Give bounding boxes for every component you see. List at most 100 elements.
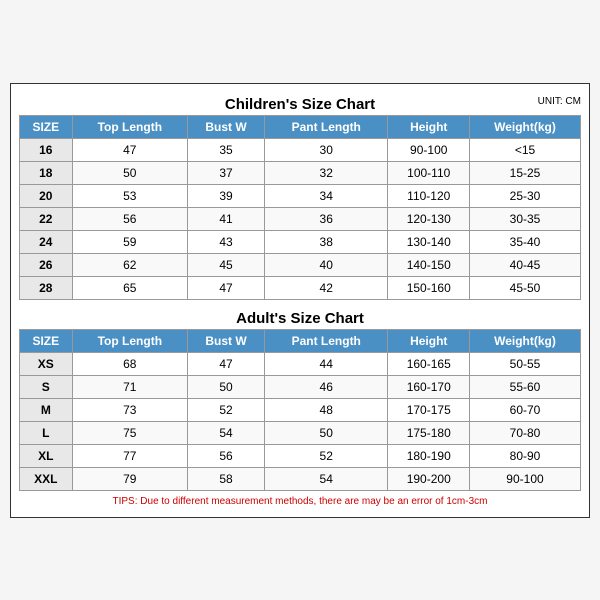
size-cell: 26 — [20, 253, 73, 276]
data-cell: 30 — [264, 138, 388, 161]
data-cell: 53 — [72, 184, 187, 207]
size-cell: 16 — [20, 138, 73, 161]
data-cell: 80-90 — [469, 444, 580, 467]
children-col-height: Height — [388, 115, 470, 138]
table-row: XS684744160-16550-55 — [20, 352, 581, 375]
data-cell: 170-175 — [388, 398, 470, 421]
data-cell: 50-55 — [469, 352, 580, 375]
size-chart-container: Children's Size Chart UNIT: CM SIZE Top … — [10, 83, 590, 518]
table-row: S715046160-17055-60 — [20, 375, 581, 398]
data-cell: 68 — [72, 352, 187, 375]
data-cell: 160-165 — [388, 352, 470, 375]
size-cell: L — [20, 421, 73, 444]
data-cell: 43 — [188, 230, 265, 253]
table-row: 22564136120-13030-35 — [20, 207, 581, 230]
data-cell: 50 — [188, 375, 265, 398]
data-cell: 45 — [188, 253, 265, 276]
children-col-bust: Bust W — [188, 115, 265, 138]
data-cell: 77 — [72, 444, 187, 467]
data-cell: 73 — [72, 398, 187, 421]
data-cell: 55-60 — [469, 375, 580, 398]
size-cell: 18 — [20, 161, 73, 184]
data-cell: 37 — [188, 161, 265, 184]
data-cell: 70-80 — [469, 421, 580, 444]
data-cell: 50 — [264, 421, 388, 444]
children-col-top-length: Top Length — [72, 115, 187, 138]
adult-col-weight: Weight(kg) — [469, 329, 580, 352]
data-cell: 62 — [72, 253, 187, 276]
data-cell: 47 — [188, 352, 265, 375]
data-cell: 56 — [72, 207, 187, 230]
data-cell: 25-30 — [469, 184, 580, 207]
children-section-title: Children's Size Chart UNIT: CM — [19, 92, 581, 115]
data-cell: 90-100 — [388, 138, 470, 161]
data-cell: 150-160 — [388, 276, 470, 299]
children-col-pant: Pant Length — [264, 115, 388, 138]
table-row: 1647353090-100<15 — [20, 138, 581, 161]
table-row: 24594338130-14035-40 — [20, 230, 581, 253]
data-cell: 46 — [264, 375, 388, 398]
size-cell: S — [20, 375, 73, 398]
size-cell: M — [20, 398, 73, 421]
size-cell: 28 — [20, 276, 73, 299]
data-cell: 40 — [264, 253, 388, 276]
data-cell: 15-25 — [469, 161, 580, 184]
data-cell: 60-70 — [469, 398, 580, 421]
data-cell: 75 — [72, 421, 187, 444]
data-cell: 30-35 — [469, 207, 580, 230]
table-row: 18503732100-11015-25 — [20, 161, 581, 184]
data-cell: 52 — [188, 398, 265, 421]
data-cell: 130-140 — [388, 230, 470, 253]
data-cell: 34 — [264, 184, 388, 207]
data-cell: 140-150 — [388, 253, 470, 276]
data-cell: 38 — [264, 230, 388, 253]
children-header-row: SIZE Top Length Bust W Pant Length Heigh… — [20, 115, 581, 138]
data-cell: 65 — [72, 276, 187, 299]
adult-col-height: Height — [388, 329, 470, 352]
data-cell: 190-200 — [388, 467, 470, 490]
size-cell: XS — [20, 352, 73, 375]
table-row: 20533934110-12025-30 — [20, 184, 581, 207]
adult-table: SIZE Top Length Bust W Pant Length Heigh… — [19, 329, 581, 491]
adult-header-row: SIZE Top Length Bust W Pant Length Heigh… — [20, 329, 581, 352]
table-row: M735248170-17560-70 — [20, 398, 581, 421]
size-cell: XL — [20, 444, 73, 467]
data-cell: 42 — [264, 276, 388, 299]
table-row: 26624540140-15040-45 — [20, 253, 581, 276]
adult-title-text: Adult's Size Chart — [236, 310, 364, 327]
children-title-text: Children's Size Chart — [225, 96, 375, 113]
data-cell: 54 — [264, 467, 388, 490]
data-cell: 47 — [188, 276, 265, 299]
data-cell: 100-110 — [388, 161, 470, 184]
children-table: SIZE Top Length Bust W Pant Length Heigh… — [19, 115, 581, 300]
data-cell: 52 — [264, 444, 388, 467]
table-row: XL775652180-19080-90 — [20, 444, 581, 467]
data-cell: 36 — [264, 207, 388, 230]
size-cell: XXL — [20, 467, 73, 490]
size-cell: 24 — [20, 230, 73, 253]
data-cell: 56 — [188, 444, 265, 467]
data-cell: 90-100 — [469, 467, 580, 490]
data-cell: 48 — [264, 398, 388, 421]
data-cell: 41 — [188, 207, 265, 230]
data-cell: 45-50 — [469, 276, 580, 299]
data-cell: 35-40 — [469, 230, 580, 253]
data-cell: 32 — [264, 161, 388, 184]
data-cell: 160-170 — [388, 375, 470, 398]
adult-col-size: SIZE — [20, 329, 73, 352]
data-cell: 40-45 — [469, 253, 580, 276]
adult-col-pant: Pant Length — [264, 329, 388, 352]
data-cell: 44 — [264, 352, 388, 375]
tips-text: TIPS: Due to different measurement metho… — [19, 491, 581, 509]
table-row: L755450175-18070-80 — [20, 421, 581, 444]
data-cell: <15 — [469, 138, 580, 161]
data-cell: 79 — [72, 467, 187, 490]
adult-col-bust: Bust W — [188, 329, 265, 352]
data-cell: 35 — [188, 138, 265, 161]
data-cell: 47 — [72, 138, 187, 161]
adult-col-top-length: Top Length — [72, 329, 187, 352]
children-unit-label: UNIT: CM — [538, 96, 581, 107]
children-col-weight: Weight(kg) — [469, 115, 580, 138]
table-row: XXL795854190-20090-100 — [20, 467, 581, 490]
table-row: 28654742150-16045-50 — [20, 276, 581, 299]
